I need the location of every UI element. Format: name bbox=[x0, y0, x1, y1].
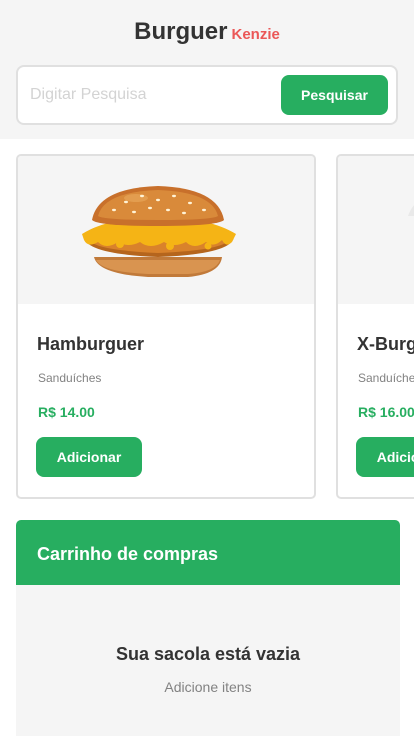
burger-image bbox=[82, 186, 236, 277]
product-price: R$ 14.00 bbox=[38, 404, 95, 420]
product-name: Hamburguer bbox=[37, 334, 145, 354]
search-box: Pesquisar bbox=[16, 65, 398, 125]
product-category: Sanduíches bbox=[358, 371, 414, 385]
cart-panel: Carrinho de compras Sua sacola está vazi… bbox=[16, 520, 400, 736]
product-image-area bbox=[18, 156, 314, 304]
cart-title: Carrinho de compras bbox=[37, 544, 219, 564]
product-list[interactable]: Hamburguer Sanduíches R$ 14.00 Adicionar… bbox=[0, 139, 414, 509]
burger-image bbox=[408, 205, 414, 216]
header: BurguerKenzie Pesquisar bbox=[0, 0, 414, 139]
logo-sub-text: Kenzie bbox=[231, 26, 280, 43]
product-card: Hamburguer Sanduíches R$ 14.00 Adicionar bbox=[16, 154, 316, 499]
cart-header: Carrinho de compras bbox=[16, 520, 400, 585]
product-price: R$ 16.00 bbox=[358, 404, 414, 420]
product-name: X-Burguer bbox=[357, 334, 414, 354]
product-card: X-Burguer Sanduíches R$ 16.00 Adicionar bbox=[336, 154, 414, 499]
cart-empty-subtitle: Adicione itens bbox=[164, 679, 252, 695]
add-to-cart-button[interactable]: Adicionar bbox=[356, 437, 414, 477]
product-image-area bbox=[338, 156, 414, 304]
product-category: Sanduíches bbox=[38, 371, 102, 385]
cart-empty-title: Sua sacola está vazia bbox=[115, 644, 301, 664]
add-to-cart-button[interactable]: Adicionar bbox=[36, 437, 142, 477]
logo: Burguer Kenzie bbox=[0, 18, 414, 46]
search-input[interactable] bbox=[30, 77, 270, 113]
search-button[interactable]: Pesquisar bbox=[281, 75, 388, 115]
logo-main-text: Burguer bbox=[134, 18, 228, 45]
